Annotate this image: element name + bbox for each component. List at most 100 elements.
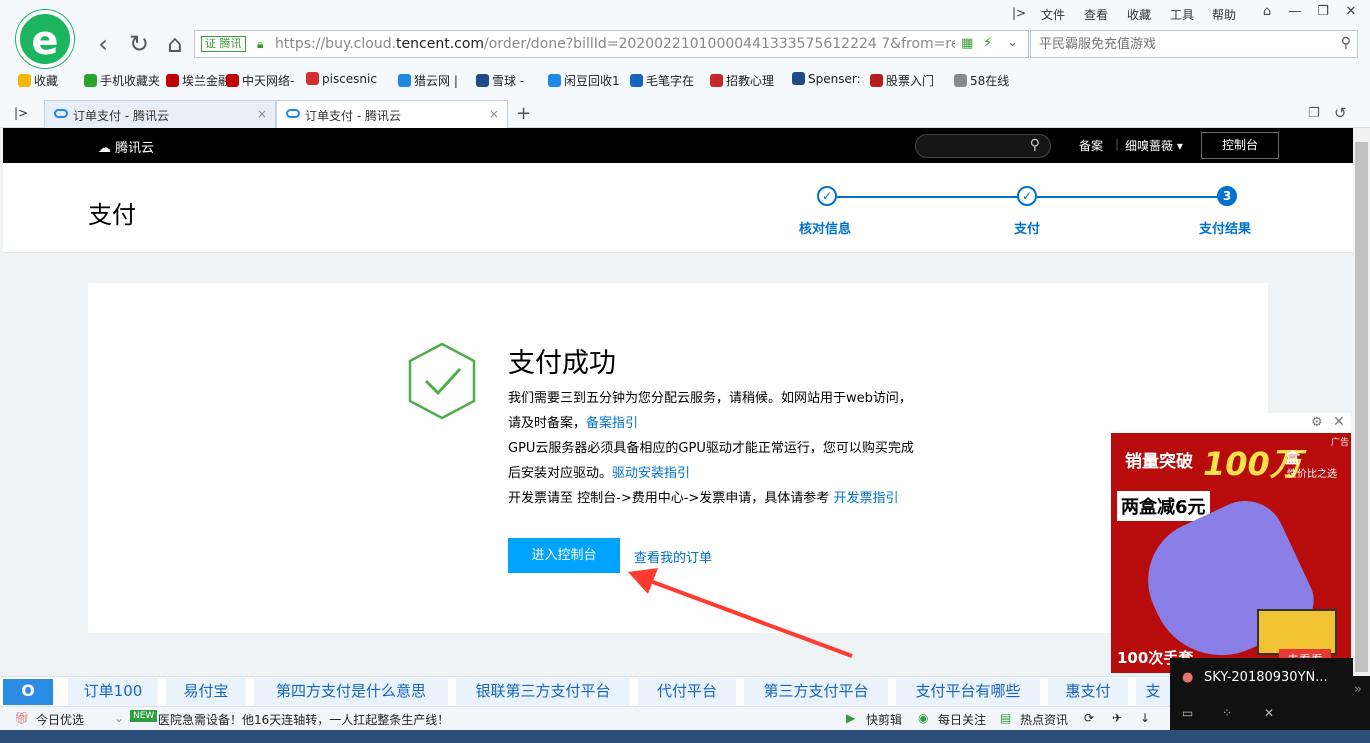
expand-notification-icon[interactable]: » <box>1354 682 1362 697</box>
undo-close-icon[interactable]: ↺ <box>1334 104 1347 122</box>
bookmark-icon <box>548 74 561 87</box>
quick-clip[interactable]: 快剪辑 <box>866 711 902 728</box>
bookmark-item[interactable]: 闲豆回收1 <box>548 72 620 89</box>
browser-logo-icon[interactable]: e <box>16 10 74 68</box>
close-window-icon[interactable]: ✕ <box>1340 4 1362 24</box>
bookmark-item[interactable]: 股票入门 <box>870 72 934 89</box>
tab-close-icon[interactable]: × <box>489 107 499 121</box>
bookmark-item[interactable]: piscesnic <box>306 72 377 86</box>
bookmark-item[interactable]: 毛笔字在 <box>630 72 694 89</box>
gift-icon[interactable]: 🎁︎ <box>14 711 29 725</box>
bookmark-icon <box>792 72 805 85</box>
ad-text: 两盒减6元 <box>1117 491 1210 521</box>
close-icon[interactable]: ✕ <box>1264 706 1274 720</box>
clip-icon[interactable]: ▶ <box>846 711 855 725</box>
back-icon[interactable]: ‹ <box>88 30 118 60</box>
sidebar-toggle-icon[interactable]: |> <box>1012 6 1026 20</box>
hot-item[interactable]: 第三方支付平台 <box>744 678 888 706</box>
bookmark-item[interactable]: 埃兰金融 <box>166 72 230 89</box>
home-icon[interactable]: ⌂ <box>160 30 190 60</box>
menu-file[interactable]: 文件 <box>1041 6 1065 23</box>
hot-item[interactable]: 支付平台有哪些 <box>896 678 1040 706</box>
hot-item[interactable]: 银联第三方支付平台 <box>456 678 630 706</box>
bookmark-item[interactable]: 招教心理 <box>710 72 774 89</box>
accelerate-icon[interactable]: ⟳ <box>1084 711 1094 725</box>
red-arrow-annotation <box>628 568 853 658</box>
hot-item[interactable]: 订单100 <box>68 678 158 706</box>
tab-order-payment-2[interactable]: 订单支付 - 腾讯云 × <box>276 100 508 128</box>
download-icon[interactable]: ↓ <box>1140 711 1150 725</box>
today-picks[interactable]: 今日优选 <box>36 711 84 728</box>
menu-tools[interactable]: 工具 <box>1170 6 1194 23</box>
news-icon[interactable]: ▤ <box>1000 711 1011 725</box>
search-icon[interactable]: ⚲ <box>1030 137 1040 153</box>
hot-item[interactable]: 易付宝 <box>166 678 246 706</box>
menu-help[interactable]: 帮助 <box>1212 6 1236 23</box>
driver-guide-link[interactable]: 驱动安装指引 <box>612 466 690 481</box>
minimize-icon[interactable]: — <box>1284 4 1306 24</box>
invoice-guide-link[interactable]: 开发票指引 <box>833 491 898 506</box>
lock-icon: 🔒︎ <box>257 37 264 51</box>
daily-icon[interactable]: ◉ <box>918 711 928 725</box>
success-title: 支付成功 <box>508 348 616 379</box>
bookmark-item[interactable]: 雪球 - <box>476 72 524 89</box>
ad-close-icon[interactable]: ✕ <box>1333 414 1345 430</box>
restore-icon[interactable]: ❐ <box>1312 4 1334 24</box>
user-avatar-icon: ● <box>1182 670 1194 685</box>
message-icon[interactable]: ▭ <box>1182 706 1193 720</box>
scrollbar-thumb[interactable] <box>1355 142 1368 672</box>
user-notification[interactable]: ● SKY-20180930YN... » <box>1170 658 1370 700</box>
daily-follow[interactable]: 每日关注 <box>938 711 986 728</box>
apps-icon[interactable]: ⁘ <box>1222 706 1232 720</box>
bookmark-item[interactable]: Spenser: <box>792 72 861 86</box>
tab-list-icon[interactable]: ❐ <box>1308 106 1320 121</box>
bookmark-icon <box>306 72 319 85</box>
bookmark-icon <box>398 74 411 87</box>
bookmark-icon <box>166 74 179 87</box>
hot-search-icon[interactable]: Ο <box>3 679 53 705</box>
ad-text: 销量突破 <box>1125 452 1193 472</box>
news-ticker[interactable]: 医院急需设备！他16天连轴转，一人扛起整条生产线！ <box>158 711 449 728</box>
tab-order-payment-1[interactable]: 订单支付 - 腾讯云 × <box>44 100 276 128</box>
url-text[interactable]: https://buy.cloud.tencent.com/order/done… <box>275 36 955 52</box>
hot-item[interactable]: 支 <box>1136 678 1170 706</box>
bookmark-item[interactable]: 手机收藏夹 <box>84 72 160 89</box>
bookmark-item[interactable]: 猎云网 | <box>398 72 458 89</box>
hot-item[interactable]: 代付平台 <box>638 678 736 706</box>
certificate-badge[interactable]: 证 腾讯 <box>201 36 246 52</box>
site-search-input[interactable]: ⚲ <box>915 134 1051 158</box>
user-menu[interactable]: 细嗅蔷薇 ▾ <box>1125 137 1183 154</box>
bookmark-label: 埃兰金融 <box>182 74 231 88</box>
speed-mode-icon[interactable]: ⚡ <box>983 35 993 51</box>
qr-code-icon[interactable]: ▦ <box>961 36 973 51</box>
bookmark-item[interactable]: 收藏 <box>18 72 58 89</box>
hot-item[interactable]: 惠支付 <box>1048 678 1128 706</box>
glove-advertisement[interactable]: ⚙ ✕ 广告 销量突破 100万 盒 性价比之选 两盒减6元 100次手套 去看… <box>1111 413 1351 673</box>
dropdown-icon[interactable]: ⌄ <box>1007 35 1018 50</box>
refresh-icon[interactable]: ↻ <box>124 30 154 60</box>
tencent-cloud-logo[interactable]: ☁ 腾讯云 <box>98 137 154 156</box>
menu-favorites[interactable]: 收藏 <box>1127 6 1151 23</box>
bookmark-label: 中天网络- <box>242 74 295 88</box>
tab-close-icon[interactable]: × <box>257 107 267 121</box>
search-input[interactable] <box>1031 31 1321 57</box>
hot-news[interactable]: 热点资讯 <box>1020 711 1068 728</box>
step-label-verify: 核对信息 <box>799 222 852 237</box>
enter-console-button[interactable]: 进入控制台 <box>508 538 620 573</box>
bookmark-item[interactable]: 中天网络- <box>226 72 294 89</box>
tab-sidebar-icon[interactable]: |> <box>14 106 28 120</box>
pin-icon[interactable]: ✈ <box>1112 711 1122 725</box>
hot-item[interactable]: 第四方支付是什么意思 <box>254 678 448 706</box>
skin-icon[interactable]: ⌂ <box>1256 4 1278 24</box>
bookmark-item[interactable]: 58在线 <box>954 72 1009 89</box>
ad-settings-icon[interactable]: ⚙ <box>1311 415 1323 430</box>
beian-guide-link[interactable]: 备案指引 <box>586 416 638 431</box>
hot-search-bar: Ο 订单100 易付宝 第四方支付是什么意思 银联第三方支付平台 代付平台 第三… <box>0 676 1170 706</box>
console-button[interactable]: 控制台 <box>1201 132 1279 159</box>
search-icon[interactable]: ⚲ <box>1341 35 1351 51</box>
new-tab-icon[interactable]: + <box>516 103 531 124</box>
menu-view[interactable]: 查看 <box>1084 6 1108 23</box>
expand-icon[interactable]: ⌄ <box>114 711 124 725</box>
nav-beian[interactable]: 备案 <box>1079 137 1103 154</box>
address-bar[interactable]: 证 腾讯 🔒︎ https://buy.cloud.tencent.com/or… <box>194 30 1029 58</box>
